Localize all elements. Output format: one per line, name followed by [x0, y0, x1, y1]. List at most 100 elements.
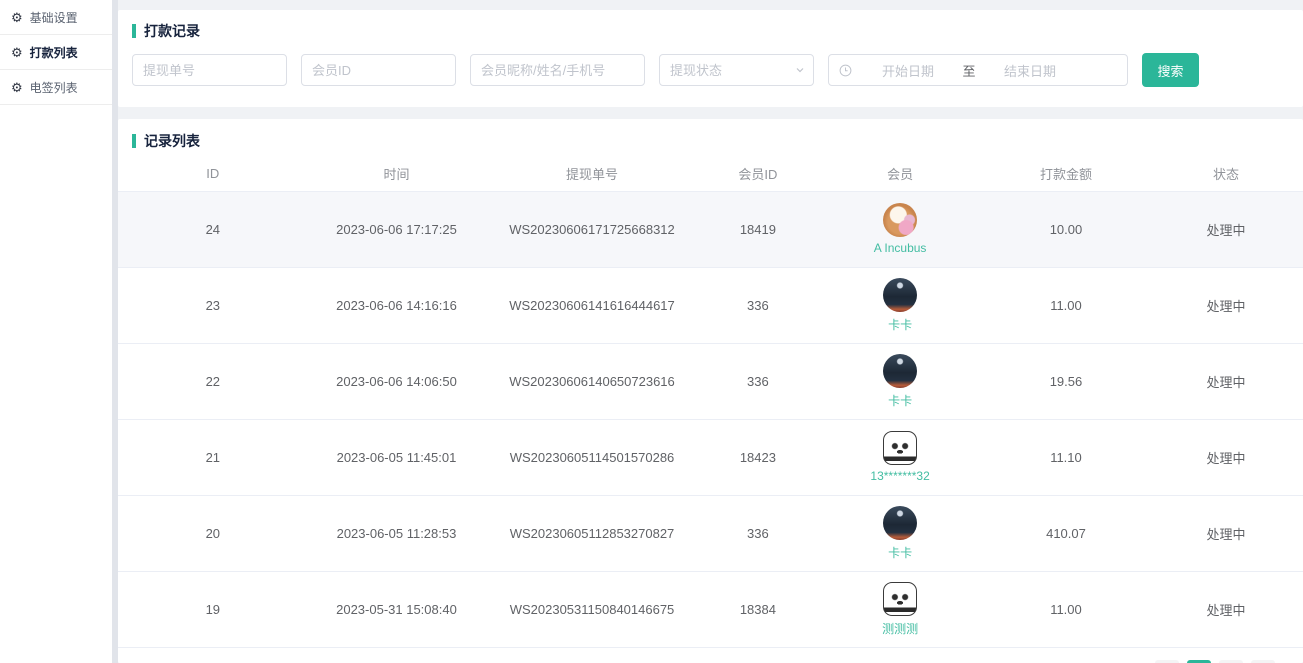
cell-member: 测测测 [817, 571, 983, 647]
member-name-link[interactable]: 卡卡 [888, 392, 912, 409]
cell-amount: 11.10 [983, 419, 1149, 495]
cell-member-id: 336 [699, 495, 818, 571]
member-avatar[interactable] [883, 582, 917, 616]
member-avatar[interactable] [883, 354, 917, 388]
cell-member: 卡卡 [817, 495, 983, 571]
cell-member: 卡卡 [817, 343, 983, 419]
search-button[interactable]: 搜索 [1142, 53, 1199, 87]
table-row: 21 2023-06-05 11:45:01 WS202306051145015… [118, 419, 1303, 495]
pagination: 12 [118, 648, 1303, 663]
clock-icon [839, 64, 852, 77]
member-name-link[interactable]: 卡卡 [888, 544, 912, 561]
filter-row: 开始日期 至 结束日期 搜索 [132, 53, 1289, 87]
member-avatar[interactable] [883, 431, 917, 465]
sidebar-item[interactable]: ⚙ 基础设置 [0, 0, 112, 35]
sidebar-item-label: 电签列表 [30, 79, 78, 96]
cell-member: A Incubus [817, 191, 983, 267]
table-header-row: ID 时间 提现单号 会员ID 会员 打款金额 状态 [118, 157, 1303, 191]
cell-withdraw-no: WS20230606171725668312 [485, 191, 698, 267]
records-list-card: 记录列表 ID 时间 提现单号 会员ID 会员 打款金额 状态 24 20 2 [118, 119, 1303, 663]
cell-amount: 11.00 [983, 571, 1149, 647]
cell-time: 2023-06-06 17:17:25 [308, 191, 486, 267]
member-id-input[interactable] [301, 54, 456, 86]
cell-withdraw-no: WS20230531150840146675 [485, 571, 698, 647]
gear-icon: ⚙ [11, 11, 23, 24]
page-button[interactable]: 2 [1219, 660, 1243, 663]
cell-time: 2023-06-05 11:28:53 [308, 495, 486, 571]
cell-withdraw-no: WS20230605114501570286 [485, 419, 698, 495]
cell-amount: 19.56 [983, 343, 1149, 419]
cell-member-id: 18419 [699, 191, 818, 267]
prev-page-button[interactable] [1155, 660, 1179, 663]
cell-status: 处理中 [1149, 191, 1303, 267]
cell-member-id: 18384 [699, 571, 818, 647]
table-row: 19 2023-05-31 15:08:40 WS202305311508401… [118, 571, 1303, 647]
member-name-link[interactable]: 13*******32 [870, 469, 929, 483]
page-number-buttons: 12 [1187, 660, 1243, 663]
member-name-link[interactable]: A Incubus [874, 241, 927, 255]
withdraw-status-select-input[interactable] [659, 54, 814, 86]
start-date-placeholder[interactable]: 开始日期 [862, 61, 954, 80]
cell-member-id: 336 [699, 343, 818, 419]
list-section-title: 记录列表 [118, 131, 1303, 151]
header-member-id: 会员ID [699, 157, 818, 191]
cell-member-id: 18423 [699, 419, 818, 495]
sidebar-item-label: 打款列表 [30, 44, 78, 61]
gear-icon: ⚙ [11, 81, 23, 94]
page-button[interactable]: 1 [1187, 660, 1211, 663]
header-member: 会员 [817, 157, 983, 191]
member-avatar[interactable] [883, 278, 917, 312]
withdraw-status-select[interactable] [659, 54, 814, 86]
chevron-down-icon [795, 65, 805, 75]
cell-id: 23 [118, 267, 308, 343]
member-name-link[interactable]: 卡卡 [888, 316, 912, 333]
table-row: 20 2023-06-05 11:28:53 WS202306051128532… [118, 495, 1303, 571]
header-withdraw-no: 提现单号 [485, 157, 698, 191]
table-row: 22 2023-06-06 14:06:50 WS202306061406507… [118, 343, 1303, 419]
withdraw-no-input[interactable] [132, 54, 287, 86]
cell-amount: 410.07 [983, 495, 1149, 571]
payment-records-filter-card: 打款记录 开始日期 至 结束日期 搜索 [118, 10, 1303, 107]
member-name-link[interactable]: 测测测 [882, 620, 918, 637]
cell-member: 卡卡 [817, 267, 983, 343]
member-avatar[interactable] [883, 203, 917, 237]
cell-time: 2023-05-31 15:08:40 [308, 571, 486, 647]
cell-status: 处理中 [1149, 495, 1303, 571]
sidebar: ⚙ 基础设置 ⚙ 打款列表 ⚙ 电签列表 [0, 0, 112, 663]
section-accent-bar [132, 134, 136, 148]
header-time: 时间 [308, 157, 486, 191]
table-row: 24 2023-06-06 17:17:25 WS202306061717256… [118, 191, 1303, 267]
sidebar-item[interactable]: ⚙ 打款列表 [0, 35, 112, 70]
header-id: ID [118, 157, 308, 191]
sidebar-item[interactable]: ⚙ 电签列表 [0, 70, 112, 105]
cell-status: 处理中 [1149, 267, 1303, 343]
cell-id: 22 [118, 343, 308, 419]
header-amount: 打款金额 [983, 157, 1149, 191]
records-table-body: 24 2023-06-06 17:17:25 WS202306061717256… [118, 191, 1303, 647]
gear-icon: ⚙ [11, 46, 23, 59]
cell-member-id: 336 [699, 267, 818, 343]
cell-id: 24 [118, 191, 308, 267]
cell-amount: 11.00 [983, 267, 1149, 343]
filter-section-title: 打款记录 [132, 21, 1289, 41]
main-content: 打款记录 开始日期 至 结束日期 搜索 [118, 0, 1303, 663]
records-table: ID 时间 提现单号 会员ID 会员 打款金额 状态 24 2023-06-06… [118, 157, 1303, 648]
section-accent-bar [132, 24, 136, 38]
member-avatar[interactable] [883, 506, 917, 540]
cell-withdraw-no: WS20230606140650723616 [485, 343, 698, 419]
next-page-button[interactable] [1251, 660, 1275, 663]
date-range-picker[interactable]: 开始日期 至 结束日期 [828, 54, 1128, 86]
cell-status: 处理中 [1149, 419, 1303, 495]
member-info-input[interactable] [470, 54, 645, 86]
cell-status: 处理中 [1149, 343, 1303, 419]
cell-id: 20 [118, 495, 308, 571]
cell-id: 21 [118, 419, 308, 495]
cell-withdraw-no: WS20230606141616444617 [485, 267, 698, 343]
sidebar-item-label: 基础设置 [30, 9, 78, 26]
header-status: 状态 [1149, 157, 1303, 191]
date-range-separator: 至 [954, 61, 984, 80]
end-date-placeholder[interactable]: 结束日期 [984, 61, 1076, 80]
table-row: 23 2023-06-06 14:16:16 WS202306061416164… [118, 267, 1303, 343]
cell-time: 2023-06-05 11:45:01 [308, 419, 486, 495]
cell-id: 19 [118, 571, 308, 647]
